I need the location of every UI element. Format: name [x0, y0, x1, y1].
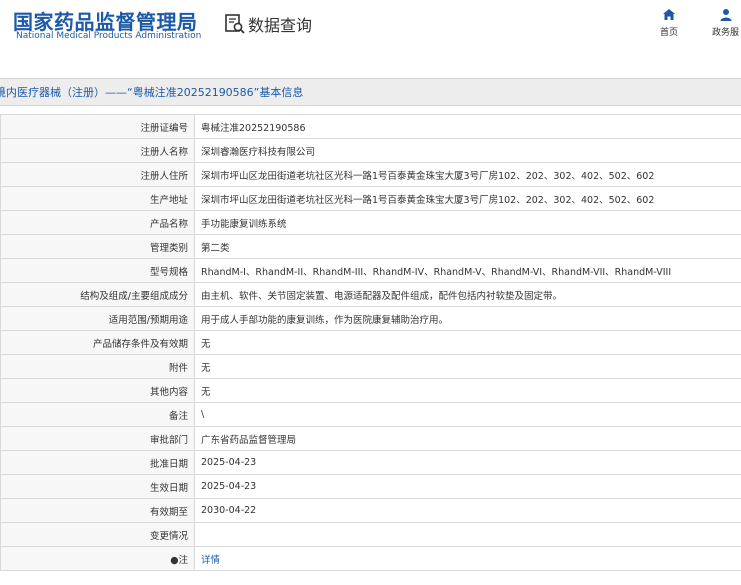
row-key: 产品储存条件及有效期	[0, 330, 195, 355]
document-search-icon	[225, 14, 245, 34]
row-value: 第二类	[194, 234, 741, 259]
row-key: 生效日期	[0, 474, 195, 499]
table-row: ●注 详情	[0, 546, 741, 571]
row-key: 审批部门	[0, 426, 195, 451]
data-query-heading: 数据查询	[224, 12, 312, 36]
row-key: 有效期至	[0, 498, 195, 523]
data-query-title: 数据查询	[248, 16, 313, 35]
table-row: 管理类别 第二类	[0, 234, 741, 259]
row-value: \	[194, 402, 741, 427]
row-value: 2025-04-23	[194, 474, 741, 499]
row-value: 广东省药品监督管理局	[194, 426, 741, 451]
row-key: 备注	[0, 402, 195, 427]
record-title: 境内医疗器械（注册）——“粤械注准20252190586”基本信息	[0, 86, 304, 99]
site-header: 国家药品监督管理局 National Medical Products Admi…	[0, 0, 741, 62]
nav-home-label: 首页	[660, 28, 679, 38]
details-link[interactable]: 详情	[194, 546, 741, 571]
row-value: 无	[194, 354, 741, 379]
row-key: 产品名称	[0, 210, 195, 235]
row-key: 型号规格	[0, 258, 195, 283]
row-key: 变更情况	[0, 522, 195, 547]
row-key: 注册人住所	[0, 162, 195, 187]
row-key: 适用范围/预期用途	[0, 306, 195, 331]
table-row: 备注 \	[0, 402, 741, 427]
row-value: 粤械注准20252190586	[194, 114, 741, 139]
logo-title-en: National Medical Products Administration	[16, 31, 202, 41]
row-key: 注册人名称	[0, 138, 195, 163]
table-row: 审批部门 广东省药品监督管理局	[0, 426, 741, 451]
row-value	[194, 522, 741, 547]
table-row: 注册人住所 深圳市坪山区龙田街道老坑社区光科一路1号百泰黄金珠宝大厦3号厂房102…	[0, 162, 741, 187]
row-key: 批准日期	[0, 450, 195, 475]
row-value: 用于成人手部功能的康复训练，作为医院康复辅助治疗用。	[194, 306, 741, 331]
table-row: 注册人名称 深圳睿瀚医疗科技有限公司	[0, 138, 741, 163]
row-key: ●注	[0, 546, 195, 571]
table-row: 其他内容无	[0, 378, 741, 403]
row-value: 2030-04-22	[194, 498, 741, 523]
nav-home[interactable]: 首页	[660, 8, 678, 38]
table-row: 批准日期 2025-04-23	[0, 450, 741, 475]
table-row: 生效日期 2025-04-23	[0, 474, 741, 499]
row-value: RhandM-I、RhandM-II、RhandM-III、RhandM-IV、…	[194, 258, 741, 283]
row-key: 注册证编号	[0, 114, 195, 139]
user-icon	[720, 9, 731, 21]
row-value: 深圳睿瀚医疗科技有限公司	[194, 138, 741, 163]
row-value: 无	[194, 330, 741, 355]
table-row: 产品名称 手功能康复训练系统	[0, 210, 741, 235]
row-value: 由主机、软件、关节固定装置、电源适配器及配件组成，配件包括内衬软垫及固定带。	[194, 282, 741, 307]
row-key: 结构及组成/主要组成成分	[0, 282, 195, 307]
table-row: 结构及组成/主要组成成分 由主机、软件、关节固定装置、电源适配器及配件组成，配件包…	[0, 282, 741, 307]
home-icon	[663, 9, 675, 20]
table-row: 注册证编号 粤械注准20252190586	[0, 114, 741, 139]
row-value: 无	[194, 378, 741, 403]
row-key: 附件	[0, 354, 195, 379]
table-row: 型号规格 RhandM-I、RhandM-II、RhandM-III、RhandM…	[0, 258, 741, 283]
row-value: 深圳市坪山区龙田街道老坑社区光科一路1号百泰黄金珠宝大厦3号厂房102、202、…	[194, 186, 741, 211]
nav-gov-service[interactable]: 政务服	[712, 8, 739, 38]
row-key: 管理类别	[0, 234, 195, 259]
device-info-table: 注册证编号 粤械注准20252190586 注册人名称 深圳睿瀚医疗科技有限公司 注…	[0, 114, 741, 571]
record-title-bar: 境内医疗器械（注册）——“粤械注准20252190586”基本信息	[0, 78, 741, 106]
row-value: 深圳市坪山区龙田街道老坑社区光科一路1号百泰黄金珠宝大厦3号厂房102、202、…	[194, 162, 741, 187]
row-key: 生产地址	[0, 186, 195, 211]
nav-gov-service-label: 政务服	[712, 28, 740, 38]
table-row: 适用范围/预期用途 用于成人手部功能的康复训练，作为医院康复辅助治疗用。	[0, 306, 741, 331]
table-row: 生产地址 深圳市坪山区龙田街道老坑社区光科一路1号百泰黄金珠宝大厦3号厂房102、…	[0, 186, 741, 211]
table-row: 有效期至 2030-04-22	[0, 498, 741, 523]
table-row: 变更情况	[0, 522, 741, 547]
table-row: 附件无	[0, 354, 741, 379]
table-row: 产品储存条件及有效期无	[0, 330, 741, 355]
row-key: 其他内容	[0, 378, 195, 403]
row-value: 2025-04-23	[194, 450, 741, 475]
row-value: 手功能康复训练系统	[194, 210, 741, 235]
